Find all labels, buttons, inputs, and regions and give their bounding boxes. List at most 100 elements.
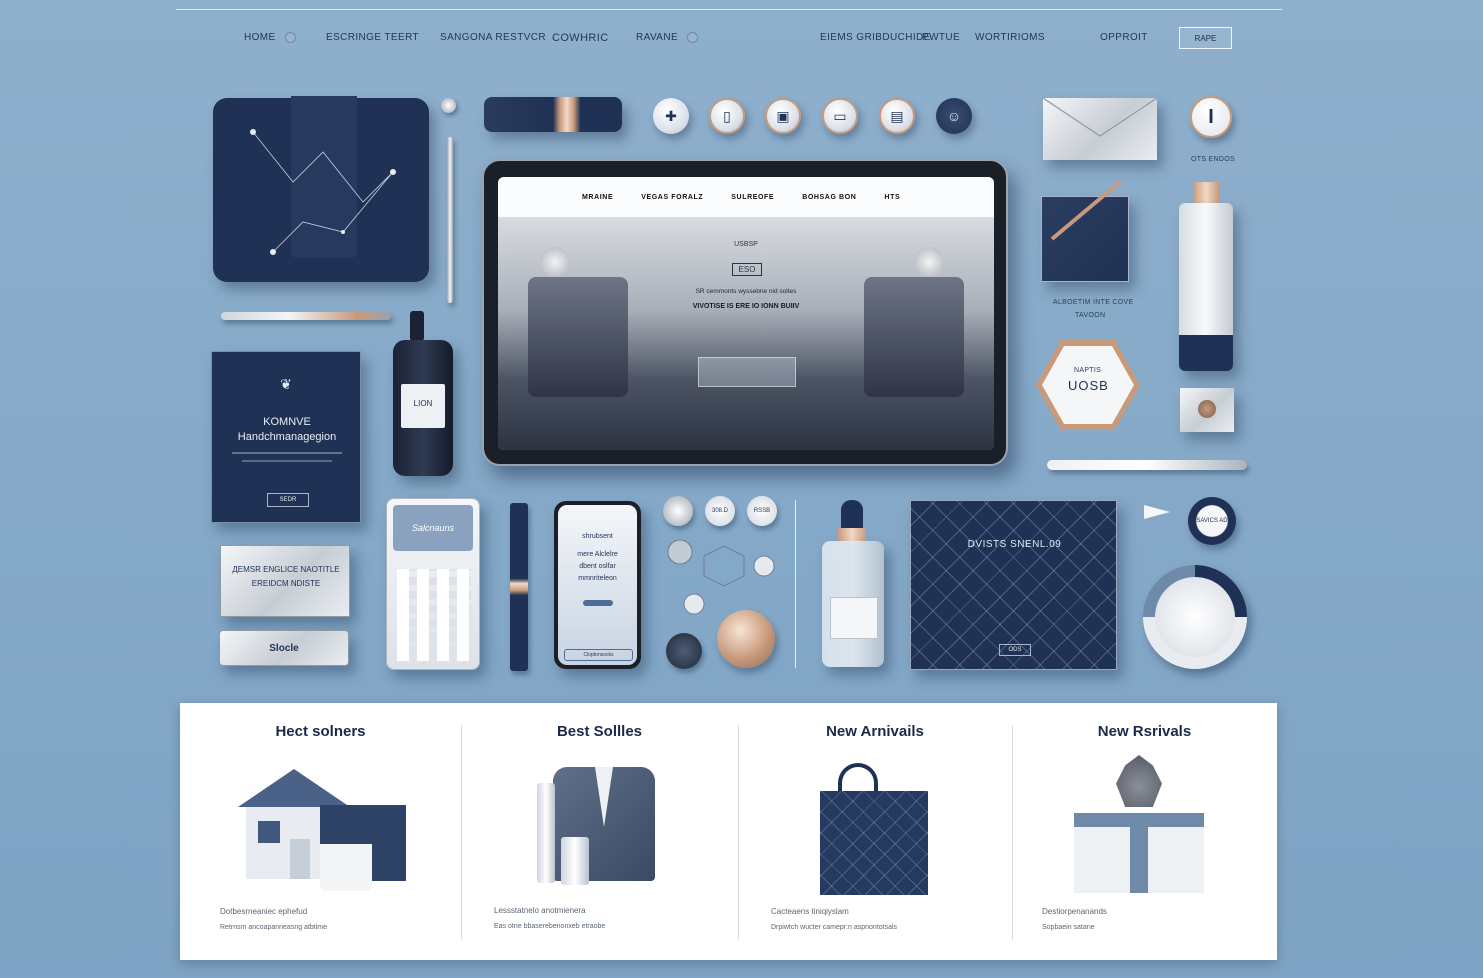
hero-line-1: SR cemmonts wyssebne nid soltes: [695, 288, 797, 295]
name-plate: ДEMSR ENGLICE NAOTITLE EREIDCM NDISTE: [220, 545, 350, 617]
notes-icon: ▤: [890, 108, 904, 124]
text-line: [232, 452, 342, 454]
nav-item-2[interactable]: ESCRINGE TEERT: [326, 32, 419, 43]
category-column[interactable]: New Arnivails Cacteaens tiniqiyslam Drpi…: [738, 703, 1012, 960]
category-title: New Rsrivals: [1097, 723, 1192, 740]
phone-line-1: shrubsent: [582, 533, 613, 540]
document-button[interactable]: ▣: [765, 98, 801, 134]
lip-pencil: [510, 503, 528, 671]
phone-line-4: mmnriteleon: [578, 575, 617, 582]
nav-item-label: COWHRIC: [552, 32, 609, 44]
phone-icon: ▯: [723, 108, 731, 124]
category-column[interactable]: Best Sollles Lessstatnelo anotmienera Ea…: [461, 703, 738, 960]
leather-folio-case: [213, 96, 429, 282]
nav-item-4[interactable]: COWHRIC: [552, 32, 609, 44]
jar: [561, 837, 589, 885]
silver-tile: [1180, 388, 1234, 432]
stylus: [447, 137, 453, 303]
pen-right: [1047, 460, 1247, 470]
tablet-hero-image: USBSP ESO SR cemmonts wyssebne nid solte…: [498, 217, 994, 450]
hex-top-label: NAPTIS: [1074, 367, 1102, 374]
card-icon: ▭: [833, 108, 847, 124]
nav-item-7[interactable]: PWTUE: [922, 32, 960, 43]
tablet-device: MRAINE VEGAS FORALZ SULREOFE BOHSAG BON …: [482, 159, 1008, 466]
mountain-badge-icon: [663, 496, 693, 526]
quilted-title: DVISTS SNENL.09: [967, 539, 1062, 550]
tablet-nav-item[interactable]: MRAINE: [582, 194, 613, 201]
calculator-screen-text: Salcnauns: [411, 523, 455, 533]
molecule-graphic: [667, 539, 775, 615]
hex-main-label: UOSB: [1068, 378, 1109, 393]
phone-line-2: mere Alclelre: [577, 551, 618, 558]
phone-cta-button[interactable]: [583, 600, 613, 606]
nav-item-6[interactable]: EIEMS GRIBDUCHIDE: [820, 32, 931, 43]
round-badge-label: SAVICS AD: [1196, 518, 1228, 524]
nav-item-3[interactable]: SANGONA RESTVCR: [440, 32, 546, 43]
nav-item-home[interactable]: HOME: [244, 32, 296, 43]
tablet-nav-item[interactable]: HTS: [884, 194, 900, 201]
glass-table: [698, 357, 796, 387]
phone-line-3: dbent oslfar: [579, 563, 616, 570]
category-caption-2: Sopbaein satane: [1042, 924, 1095, 931]
nav-cta-button[interactable]: RAPE: [1179, 27, 1232, 49]
nav-item-label: RAVANE: [636, 32, 679, 44]
keypad[interactable]: [397, 569, 471, 661]
nav-item-8[interactable]: WORTIRIOMS: [975, 32, 1045, 43]
cream-jar: [320, 831, 372, 891]
device-button[interactable]: ▯: [709, 98, 745, 134]
dropper-collar: [838, 528, 866, 542]
nav-item-label: SANGONA RESTVCR: [440, 32, 547, 43]
book-subtitle: Handchmanagegion: [237, 431, 337, 443]
top-divider: [176, 9, 1282, 10]
add-button[interactable]: ✚: [653, 98, 689, 134]
sofa-right: [864, 277, 964, 397]
round-badge: SAVICS AD: [1188, 497, 1236, 545]
nav-item-label: WORTIRIOMS: [975, 32, 1045, 43]
envelope: [1043, 98, 1157, 160]
card-button[interactable]: ▭: [822, 98, 858, 134]
profile-button[interactable]: ☺: [936, 98, 972, 134]
hero-price-box: ESO: [732, 263, 762, 276]
category-column[interactable]: Hect solners Dotbesrneaniec ephefud Retr…: [180, 703, 461, 960]
nav-item-label: OPPROIT: [1100, 32, 1148, 43]
category-title: Best Sollles: [556, 723, 643, 740]
tablet-nav-item[interactable]: BOHSAG BON: [802, 194, 856, 201]
nav-item-9[interactable]: OPPROIT: [1100, 32, 1148, 43]
tablet-screen: MRAINE VEGAS FORALZ SULREOFE BOHSAG BON …: [498, 177, 994, 450]
nav-item-5[interactable]: RAVANE: [636, 32, 699, 44]
quilted-badge: ODS: [999, 644, 1031, 656]
nav-item-label: EIEMS GRIBDUCHIDE: [820, 32, 931, 43]
category-caption-1: Destiorpenanands: [1042, 907, 1107, 916]
calculator: Salcnauns: [386, 498, 480, 670]
card-pen: [1050, 179, 1123, 241]
card-caption-1: ALBOETIM INTE COVE: [1053, 299, 1134, 306]
plate-line-1: ДEMSR ENGLICE NAOTITLE: [232, 565, 340, 574]
nav-item-label: ESCRINGE TEERT: [326, 32, 420, 43]
flower-vase-right: [914, 247, 944, 277]
bottle-base: [1179, 335, 1233, 371]
spray-nozzle: [410, 311, 424, 341]
category-column[interactable]: New Rsrivals Destiorpenanands Sopbaein s…: [1012, 703, 1277, 960]
category-caption-2: Retrnsm ancoapanneasng atbtime: [220, 924, 328, 931]
small-badge-2: RSSB: [747, 496, 777, 526]
tablet-nav-item[interactable]: SULREOFE: [731, 194, 774, 201]
slider-plate[interactable]: Slocle: [219, 630, 349, 666]
copper-disc: [717, 610, 775, 668]
quilted-box: DVISTS SNENL.09 ODS: [910, 500, 1117, 670]
dropper-top: [841, 500, 863, 530]
envelope-caption: OTS ENDOS: [1191, 156, 1235, 163]
bottle-cap: [1193, 182, 1219, 204]
sofa-left: [528, 277, 628, 397]
serum-label: [830, 597, 878, 639]
dial-disc[interactable]: [1143, 565, 1247, 669]
tile-emblem: [1198, 400, 1216, 418]
divider-line: [795, 500, 796, 668]
card-caption-2: TAVOON: [1075, 312, 1106, 319]
notes-button[interactable]: ▤: [879, 98, 915, 134]
blazer-shirt: [595, 767, 613, 827]
nav-item-label: HOME: [244, 32, 276, 44]
tablet-nav-item[interactable]: VEGAS FORALZ: [641, 194, 703, 201]
gift-box: [1074, 813, 1204, 893]
phone-screen: shrubsent mere Alclelre dbent oslfar mmn…: [558, 505, 637, 665]
circle-dot-icon: [687, 32, 699, 43]
